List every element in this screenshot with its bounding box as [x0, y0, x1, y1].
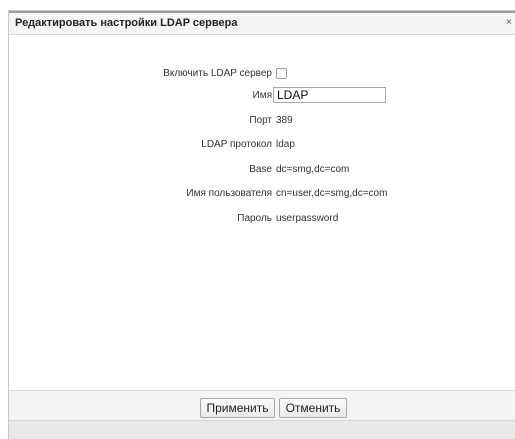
protocol-row: LDAP протокол ldap [9, 136, 515, 154]
password-label: Пароль [237, 213, 272, 224]
dialog-title: Редактировать настройки LDAP сервера [15, 17, 238, 29]
apply-button[interactable]: Применить [200, 398, 275, 418]
enable-ldap-row: Включить LDAP сервер [9, 65, 515, 83]
close-icon[interactable]: × [506, 18, 512, 28]
port-label: Порт [249, 115, 272, 126]
enable-ldap-label: Включить LDAP сервер [163, 68, 272, 79]
protocol-label: LDAP протокол [201, 139, 272, 150]
dialog-bottom-strip [9, 420, 515, 439]
port-value: 389 [276, 115, 293, 126]
base-row: Base dc=smg,dc=com [9, 161, 515, 179]
cancel-button[interactable]: Отменить [279, 398, 347, 418]
dialog-footer: Применить Отменить [9, 390, 515, 420]
name-input[interactable] [273, 87, 386, 103]
username-row: Имя пользователя cn=user,dc=smg,dc=com [9, 185, 515, 203]
ldap-settings-dialog: Редактировать настройки LDAP сервера × В… [8, 10, 515, 439]
name-label: Имя [252, 90, 272, 101]
base-label: Base [249, 164, 272, 175]
ldap-settings-form: Включить LDAP сервер Имя Порт 389 LDAP п… [9, 35, 515, 390]
dialog-titlebar: Редактировать настройки LDAP сервера × [9, 11, 515, 35]
username-value: cn=user,dc=smg,dc=com [276, 188, 388, 199]
port-row: Порт 389 [9, 112, 515, 130]
base-value: dc=smg,dc=com [276, 164, 350, 175]
enable-ldap-checkbox[interactable] [276, 68, 287, 79]
name-row: Имя [9, 87, 515, 105]
password-value: userpassword [276, 213, 339, 224]
protocol-value: ldap [276, 139, 295, 150]
username-label: Имя пользователя [186, 188, 272, 199]
password-row: Пароль userpassword [9, 210, 515, 228]
